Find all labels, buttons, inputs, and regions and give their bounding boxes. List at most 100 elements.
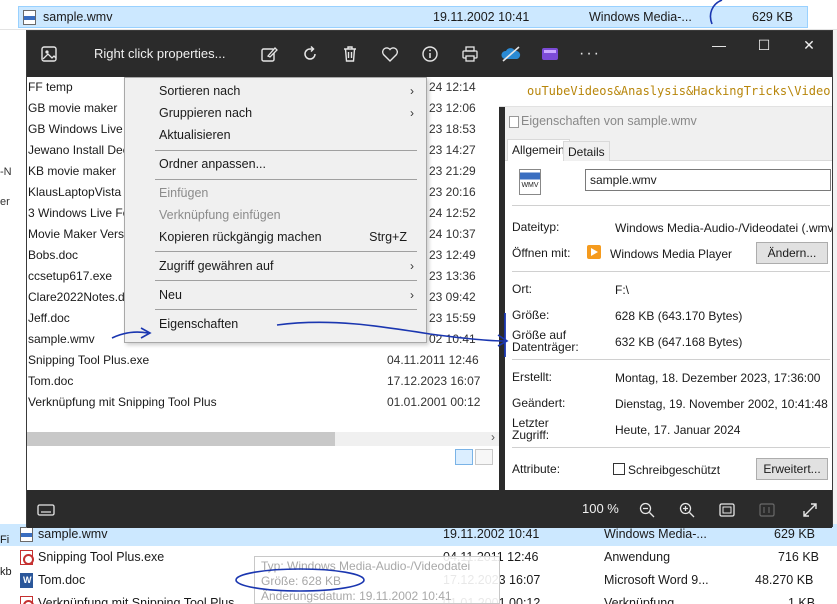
delete-icon[interactable] xyxy=(338,42,362,66)
list-item-name: GB movie maker xyxy=(28,101,118,115)
file-icon-label: WMV xyxy=(521,182,539,189)
list-item-date: 23 14:27 xyxy=(429,143,476,157)
dialog-title-bar: Eigenschaften von sample.wmv xyxy=(505,107,832,137)
menu-item-paste: Einfügen xyxy=(125,183,426,205)
opens-with-label: Öffnen mit: xyxy=(512,246,571,260)
image-canvas[interactable]: FF temp 24 12:14 GB movie maker 23 12:06 G… xyxy=(27,77,832,490)
background-explorer-top-row: sample.wmv 19.11.2002 10:41 Windows Medi… xyxy=(0,0,837,30)
menu-item-sort[interactable]: Sortieren nach › xyxy=(125,81,426,103)
menu-separator xyxy=(155,309,417,310)
large-icons-view-icon[interactable] xyxy=(475,449,493,465)
list-item-date: 23 21:29 xyxy=(429,164,476,178)
menu-item-label: Neu xyxy=(159,288,182,302)
list-item-name: Clare2022Notes.do xyxy=(28,290,132,304)
scroll-right-arrow[interactable]: › xyxy=(491,430,495,444)
list-item-name: FF temp xyxy=(28,80,73,94)
filmstrip-icon[interactable] xyxy=(35,499,57,521)
maximize-button[interactable]: ☐ xyxy=(749,37,779,54)
list-item[interactable]: Verknüpfung mit Snipping Tool Plus 01.01.… xyxy=(27,392,499,413)
clipchamp-icon[interactable] xyxy=(538,42,562,66)
fit-to-window-icon[interactable] xyxy=(716,499,738,521)
zoom-in-icon[interactable] xyxy=(676,499,698,521)
menu-item-give-access[interactable]: Zugriff gewähren auf › xyxy=(125,256,426,278)
info-icon[interactable] xyxy=(418,42,442,66)
onedrive-icon[interactable] xyxy=(499,42,523,66)
word-file-icon xyxy=(20,573,33,588)
list-item-date: 23 12:06 xyxy=(429,101,476,115)
list-item-name: GB Windows Live xyxy=(28,122,123,136)
list-item-date: 23 12:49 xyxy=(429,248,476,262)
more-icon[interactable]: ··· xyxy=(578,42,602,66)
list-item-name: Snipping Tool Plus.exe xyxy=(28,353,150,367)
list-item-name: Jeff.doc xyxy=(28,311,70,325)
file-tooltip: Typ: Windows Media-Audio-/Videodatei Grö… xyxy=(254,556,500,604)
print-icon[interactable] xyxy=(458,42,482,66)
menu-item-label: Eigenschaften xyxy=(159,317,239,331)
list-item-name: ccsetup617.exe xyxy=(28,269,113,283)
list-item-name: Tom.doc xyxy=(28,374,74,388)
menu-item-label: Verknüpfung einfügen xyxy=(159,208,281,222)
list-item-date: 23 15:59 xyxy=(429,311,476,325)
menu-item-undo-copy[interactable]: Kopieren rückgängig machen Strg+Z xyxy=(125,227,426,249)
size-label: Größe: xyxy=(512,308,550,322)
scrollbar-thumb[interactable] xyxy=(27,432,335,446)
menu-item-refresh[interactable]: Aktualisieren xyxy=(125,125,426,147)
zoom-out-icon[interactable] xyxy=(636,499,658,521)
menu-item-new[interactable]: Neu › xyxy=(125,285,426,307)
wmv-file-icon xyxy=(20,527,33,542)
selected-file-row[interactable]: sample.wmv 19.11.2002 10:41 Windows Medi… xyxy=(18,6,808,28)
edit-icon[interactable] xyxy=(257,42,281,66)
rotate-icon[interactable] xyxy=(298,42,322,66)
viewer-title: Right click properties... xyxy=(94,46,226,61)
gallery-icon[interactable] xyxy=(37,42,61,66)
close-button[interactable]: ✕ xyxy=(794,37,824,54)
menu-item-group[interactable]: Gruppieren nach › xyxy=(125,103,426,125)
dialog-body: WMV sample.wmv Dateityp: Windows Media-A… xyxy=(505,161,832,490)
menu-item-label: Zugriff gewähren auf xyxy=(159,259,274,273)
dialog-title: Eigenschaften von sample.wmv xyxy=(521,114,697,128)
readonly-checkbox[interactable] xyxy=(613,463,625,475)
tab-general[interactable]: Allgemein xyxy=(507,139,570,162)
file-size: 716 KB xyxy=(778,550,820,564)
fullscreen-icon[interactable] xyxy=(799,499,821,521)
view-mode-buttons xyxy=(455,449,495,465)
edge-text: Fi xyxy=(0,534,10,546)
list-item-date: 24 12:14 xyxy=(429,80,476,94)
change-button[interactable]: Ändern... xyxy=(756,242,828,264)
file-name: sample.wmv xyxy=(38,527,108,541)
tab-details[interactable]: Details xyxy=(563,141,610,161)
menu-item-properties[interactable]: Eigenschaften xyxy=(125,314,426,336)
actual-size-icon xyxy=(756,499,778,521)
dialog-separator xyxy=(512,447,830,448)
edge-text: er xyxy=(0,196,10,208)
file-type: Verknüpfung xyxy=(604,596,675,604)
modified-label: Geändert: xyxy=(512,396,566,410)
file-size: 629 KB xyxy=(774,527,816,541)
list-item-date: 24 12:52 xyxy=(429,206,476,220)
wmv-file-icon: WMV xyxy=(519,169,541,195)
file-type: Windows Media-... xyxy=(604,527,707,541)
list-item-name: Jewano Install Dec xyxy=(28,143,129,157)
list-item-name: Movie Maker Versi xyxy=(28,227,127,241)
advanced-button[interactable]: Erweitert... xyxy=(756,458,828,480)
app-file-icon xyxy=(20,550,34,565)
menu-item-customize-folder[interactable]: Ordner anpassen... xyxy=(125,154,426,176)
file-name: Verknüpfung mit Snipping Tool Plus xyxy=(38,596,235,604)
size-on-disk-value: 632 KB (647.168 Bytes) xyxy=(615,335,743,349)
details-view-icon[interactable] xyxy=(455,449,473,465)
favorite-icon[interactable] xyxy=(378,42,402,66)
filename-input[interactable]: sample.wmv xyxy=(585,169,831,191)
document-icon xyxy=(509,116,519,128)
list-item[interactable]: Snipping Tool Plus.exe 04.11.2011 12:46 xyxy=(27,350,499,371)
minimize-button[interactable]: — xyxy=(704,37,734,53)
menu-item-label: Einfügen xyxy=(159,186,209,200)
dialog-separator xyxy=(512,271,830,272)
list-item[interactable]: Tom.doc 17.12.2023 16:07 xyxy=(27,371,499,392)
list-item-date: 23 20:16 xyxy=(429,185,476,199)
list-item-date: 23 09:42 xyxy=(429,290,476,304)
file-name: sample.wmv xyxy=(43,10,113,24)
file-date: 19.11.2002 10:41 xyxy=(433,10,530,24)
accessed-label: Zugriff: xyxy=(512,428,550,442)
horizontal-scrollbar[interactable]: › xyxy=(27,430,499,446)
viewer-toolbar: Right click properties... ··· — ☐ ✕ xyxy=(27,31,832,77)
